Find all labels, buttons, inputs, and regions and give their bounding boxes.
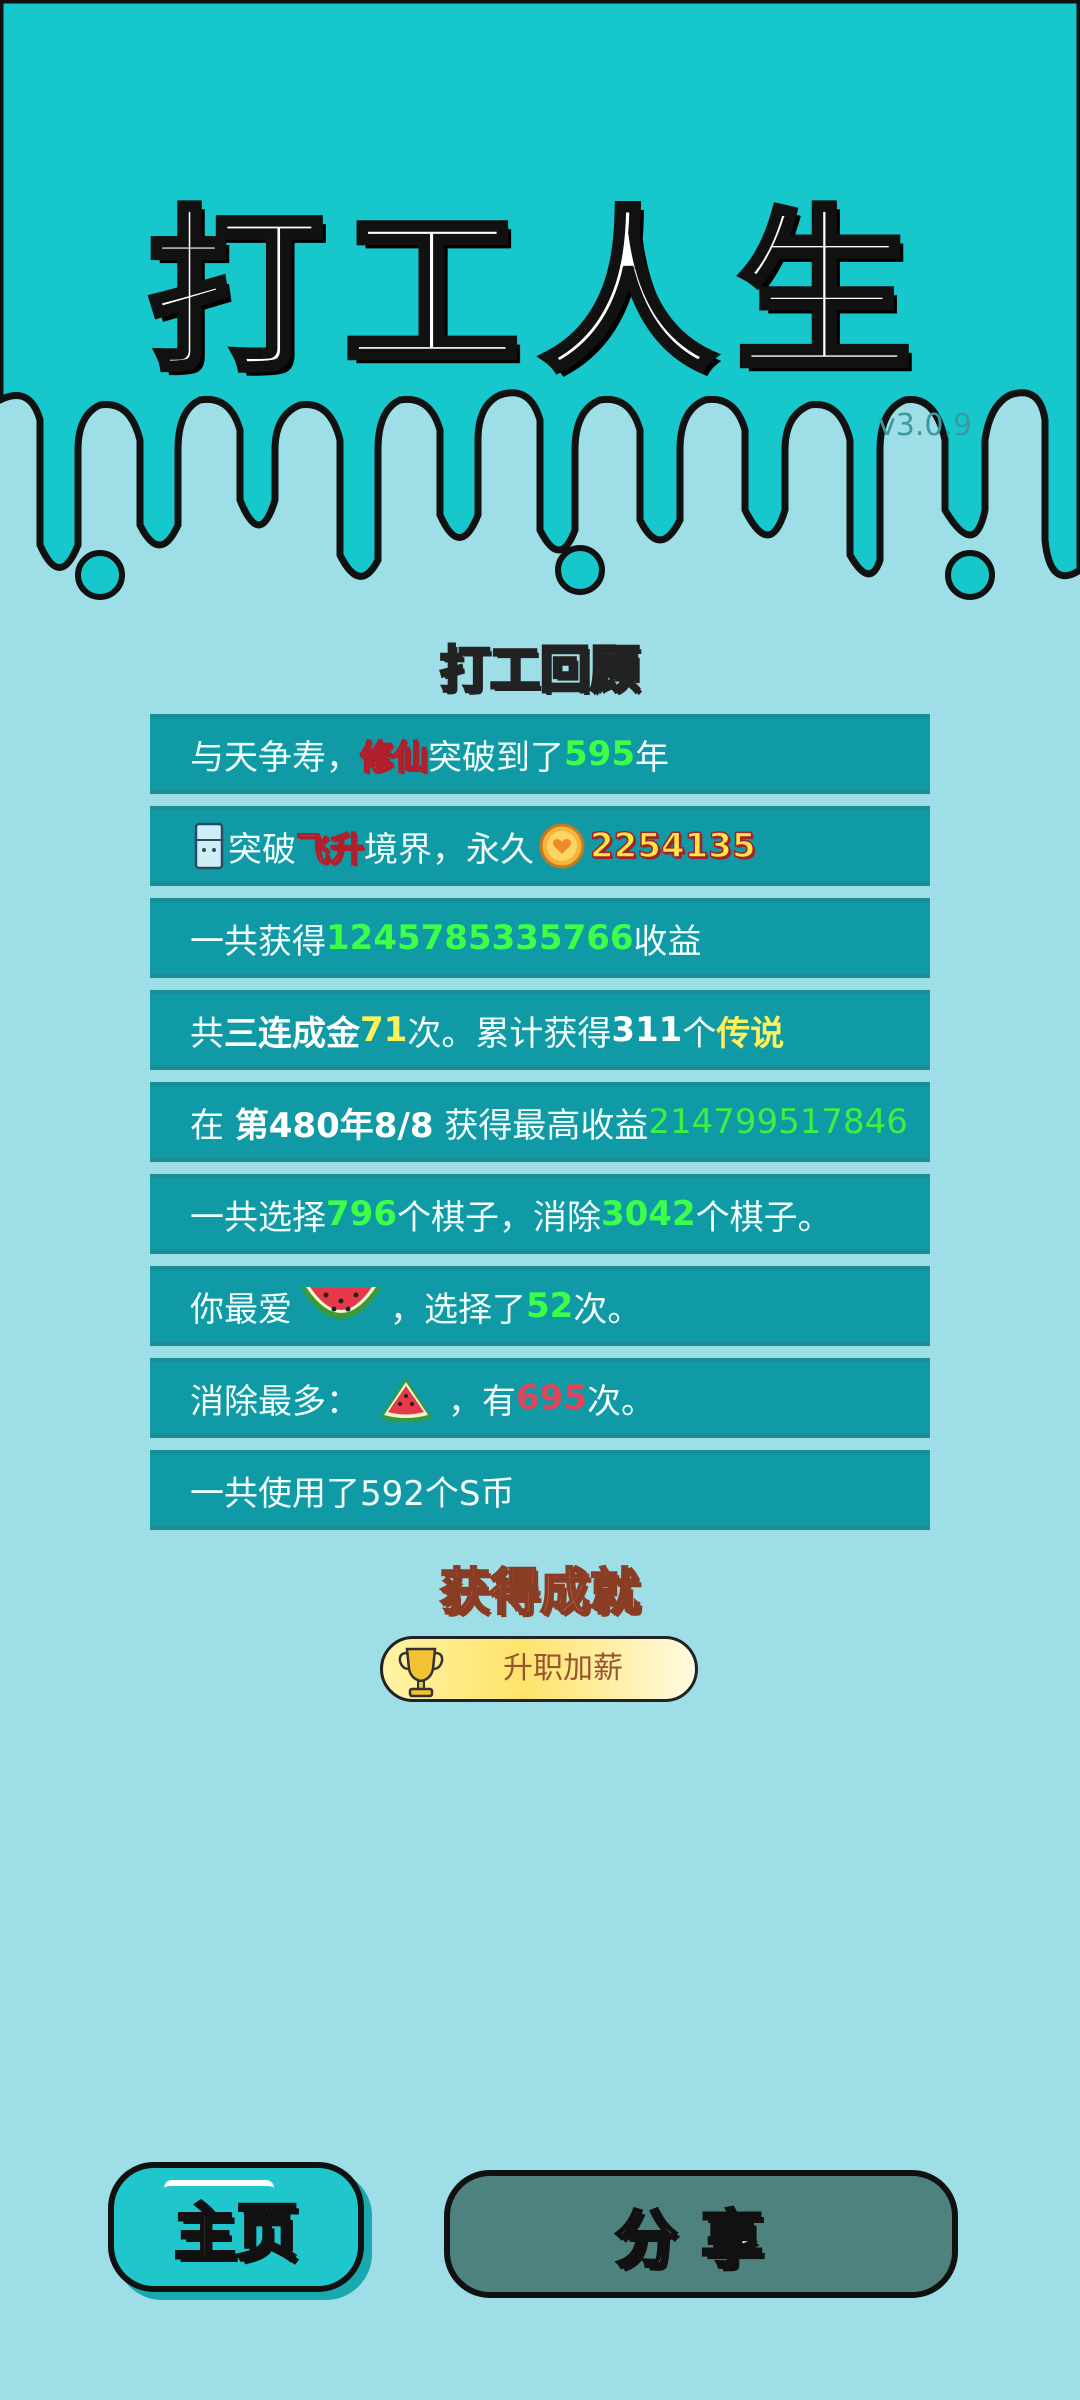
watermelon-slice-icon — [378, 1374, 434, 1422]
list-item: 与天争寿， 修仙 突破到了 595 年 — [150, 714, 930, 794]
row-text: 与天争寿， — [190, 737, 360, 778]
row-text: 一共选择 — [190, 1197, 326, 1238]
list-item: 一共使用了592个S币 — [150, 1450, 930, 1530]
list-item: 共 三连成金 71 次。累计获得 311 个 传说 — [150, 990, 930, 1070]
realm-name: 修仙 — [359, 737, 429, 779]
home-button-label: 主页 — [172, 2195, 299, 2271]
list-item: 在 第480年8/8 获得最高收益 214799517846 — [150, 1082, 930, 1162]
row-text: 突破 — [228, 829, 296, 870]
realm-name: 飞升 — [295, 829, 365, 871]
watermelon-icon — [296, 1281, 386, 1331]
favorite-count: 52 — [526, 1286, 574, 1326]
row-text: 个棋子，消除 — [396, 1197, 601, 1238]
row-text: 突破到了 — [428, 737, 564, 778]
fridge-icon — [194, 822, 224, 870]
row-text: 次。 — [586, 1381, 655, 1422]
best-income: 214799517846 — [648, 1102, 908, 1142]
list-item: 一共获得 1245785335766 收益 — [150, 898, 930, 978]
most-cleared-count: 695 — [516, 1378, 587, 1418]
legend-label: 传说 — [716, 1013, 785, 1054]
row-text: 次。 — [573, 1289, 642, 1330]
row-text: 消除最多： — [190, 1381, 360, 1422]
share-button-label: 分享 — [613, 2202, 787, 2278]
cleared-count: 3042 — [600, 1194, 696, 1234]
row-text: 个 — [682, 1013, 717, 1054]
row-text: 一共使用了592个S币 — [190, 1473, 515, 1514]
heart-coin-icon — [538, 822, 586, 870]
row-text: 次。累计获得 — [407, 1013, 612, 1054]
row-text: 境界，永久 — [364, 829, 534, 870]
review-title: 打工回顾 — [439, 640, 642, 701]
row-text: 在 — [190, 1105, 235, 1146]
row-text: 个棋子。 — [695, 1197, 832, 1238]
selected-count: 796 — [326, 1194, 397, 1234]
row-text: 收益 — [633, 921, 702, 962]
trophy-icon — [397, 1645, 445, 1703]
legend-count: 311 — [611, 1010, 683, 1050]
game-title: 打工人生 — [145, 188, 932, 399]
row-text: 共 — [190, 1013, 224, 1054]
home-button[interactable]: 主页 — [108, 2162, 364, 2292]
row-text: 年 — [634, 737, 669, 778]
list-item: 你最爱 ，选择了 52 次。 — [150, 1266, 930, 1346]
combo-count: 71 — [360, 1010, 408, 1050]
achievement-badge[interactable]: 升职加薪 — [380, 1636, 698, 1702]
achievement-label: 升职加薪 — [503, 1651, 623, 1686]
coin-value: 2254135 — [589, 825, 756, 867]
years-value: 595 — [564, 734, 635, 774]
row-text: ，有 — [448, 1381, 516, 1422]
achievements-title: 获得成就 — [439, 1562, 641, 1622]
row-text: 获得最高收益 — [433, 1105, 649, 1146]
income-value: 1245785335766 — [326, 918, 634, 958]
combo-name: 三连成金 — [224, 1013, 360, 1054]
share-button[interactable]: 分享 — [444, 2170, 958, 2298]
best-date: 第480年8/8 — [234, 1105, 434, 1146]
list-item: 一共选择 796 个棋子，消除 3042 个棋子。 — [150, 1174, 930, 1254]
list-item: 突破 飞升 境界，永久 2254135 — [150, 806, 930, 886]
list-item: 消除最多： ，有 695 次。 — [150, 1358, 930, 1438]
review-list: 与天争寿， 修仙 突破到了 595 年 突破 飞升 境界，永久 2254135 … — [150, 714, 930, 1542]
version-label: v3.0.9 — [878, 408, 973, 443]
row-text: 你最爱 — [190, 1289, 292, 1330]
row-text: ，选择了 — [390, 1289, 526, 1330]
row-text: 一共获得 — [190, 921, 326, 962]
